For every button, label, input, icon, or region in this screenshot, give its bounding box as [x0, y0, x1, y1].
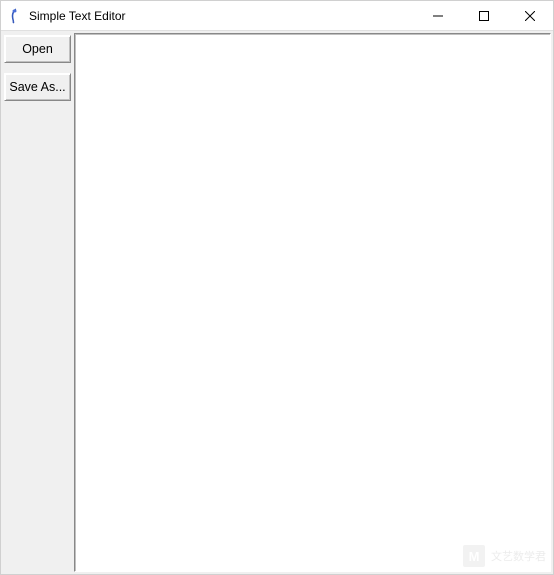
editor-container: [74, 31, 553, 574]
titlebar: Simple Text Editor: [1, 1, 553, 31]
app-icon: [7, 8, 23, 24]
maximize-button[interactable]: [461, 1, 507, 30]
minimize-button[interactable]: [415, 1, 461, 30]
content-area: Open Save As...: [1, 31, 553, 574]
sidebar: Open Save As...: [1, 31, 74, 574]
close-button[interactable]: [507, 1, 553, 30]
window-controls: [415, 1, 553, 30]
text-editor[interactable]: [74, 33, 551, 572]
save-as-button[interactable]: Save As...: [4, 73, 71, 101]
app-window: Simple Text Editor Open Save As...: [0, 0, 554, 575]
open-button[interactable]: Open: [4, 35, 71, 63]
window-title: Simple Text Editor: [29, 9, 415, 23]
